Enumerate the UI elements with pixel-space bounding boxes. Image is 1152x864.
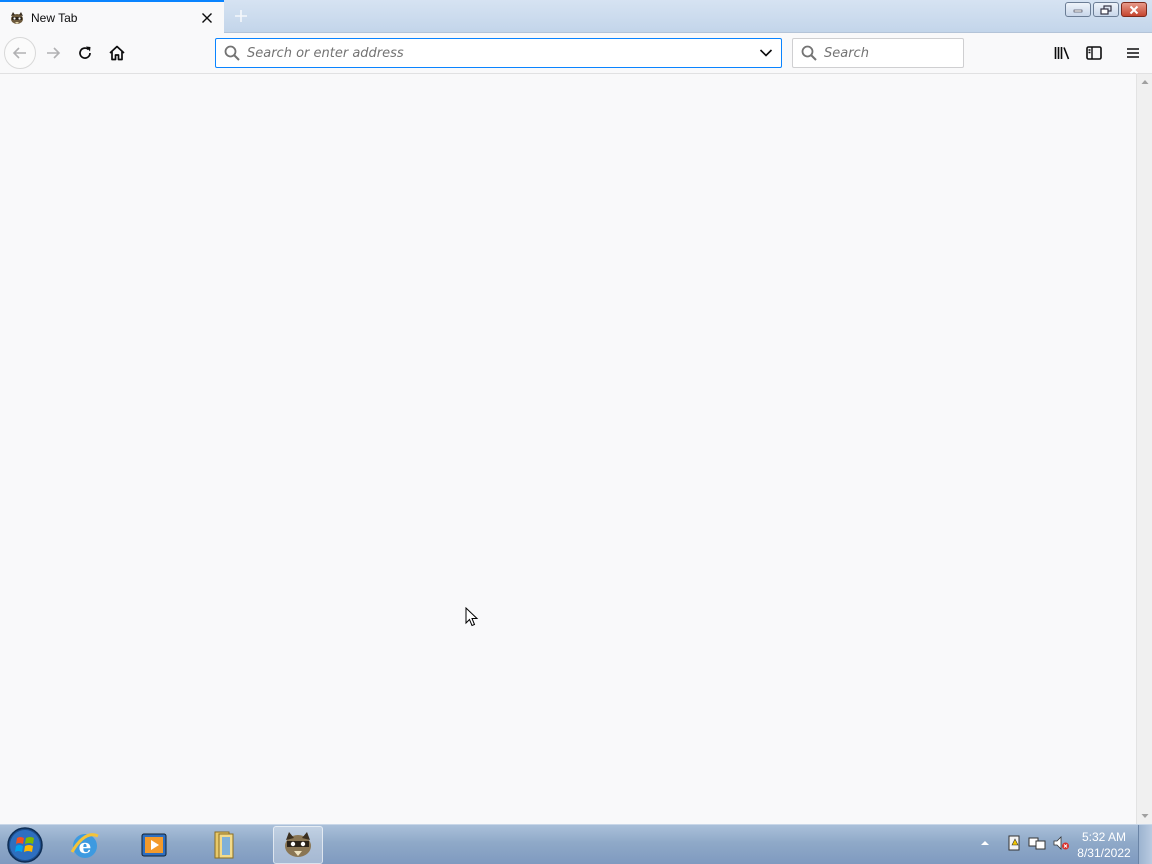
raccoon-icon xyxy=(11,12,23,24)
home-icon[interactable] xyxy=(101,37,133,69)
window-close-icon[interactable] xyxy=(1121,2,1147,17)
search-bar[interactable] xyxy=(792,38,964,68)
firefox-raccoon-icon[interactable] xyxy=(273,826,323,864)
close-tab-icon[interactable] xyxy=(199,10,215,26)
back-arrow-icon[interactable] xyxy=(4,37,36,69)
scroll-down-arrow-icon[interactable] xyxy=(1137,808,1152,824)
chevron-down-icon[interactable] xyxy=(751,39,781,67)
clock-date: 8/31/2022 xyxy=(1077,846,1131,860)
file-explorer-icon[interactable] xyxy=(199,826,249,864)
address-bar[interactable] xyxy=(215,38,782,68)
search-icon xyxy=(801,45,817,61)
clock[interactable]: 5:32 AM 8/31/2022 xyxy=(1072,829,1136,861)
reload-icon[interactable] xyxy=(69,37,101,69)
internet-explorer-icon[interactable]: e xyxy=(60,826,110,864)
network-icon[interactable] xyxy=(1028,835,1046,856)
scroll-up-arrow-icon[interactable] xyxy=(1137,74,1152,90)
show-hidden-icons-arrow-icon[interactable] xyxy=(978,836,992,855)
tab-title: New Tab xyxy=(31,11,78,25)
system-tray xyxy=(978,826,1070,864)
vertical-scrollbar[interactable] xyxy=(1136,74,1152,824)
taskbar: e 5:32 AM 8/31/2022 xyxy=(0,824,1152,864)
action-center-icon[interactable] xyxy=(1006,834,1022,857)
start-orb-icon[interactable] xyxy=(4,826,46,864)
navigation-toolbar xyxy=(0,33,1152,74)
mouse-pointer-icon xyxy=(465,607,479,627)
title-bar: New Tab xyxy=(0,0,1152,34)
minimize-icon[interactable] xyxy=(1065,2,1091,17)
search-icon xyxy=(224,45,240,61)
tab-new-tab[interactable]: New Tab xyxy=(0,0,224,34)
show-desktop-button[interactable] xyxy=(1138,825,1152,864)
media-player-icon[interactable] xyxy=(129,826,179,864)
restore-icon[interactable] xyxy=(1093,2,1119,17)
hamburger-menu-icon[interactable] xyxy=(1117,37,1149,69)
search-input[interactable] xyxy=(824,45,954,61)
clock-time: 5:32 AM xyxy=(1081,830,1127,844)
page-content-area[interactable] xyxy=(0,74,1136,824)
forward-arrow-icon[interactable] xyxy=(37,37,69,69)
new-tab-plus-icon[interactable] xyxy=(230,6,252,26)
volume-muted-icon[interactable] xyxy=(1052,835,1070,856)
window-caption-buttons xyxy=(1065,2,1147,17)
address-input[interactable] xyxy=(247,45,751,61)
library-icon[interactable] xyxy=(1046,37,1078,69)
sidebar-icon[interactable] xyxy=(1078,37,1110,69)
